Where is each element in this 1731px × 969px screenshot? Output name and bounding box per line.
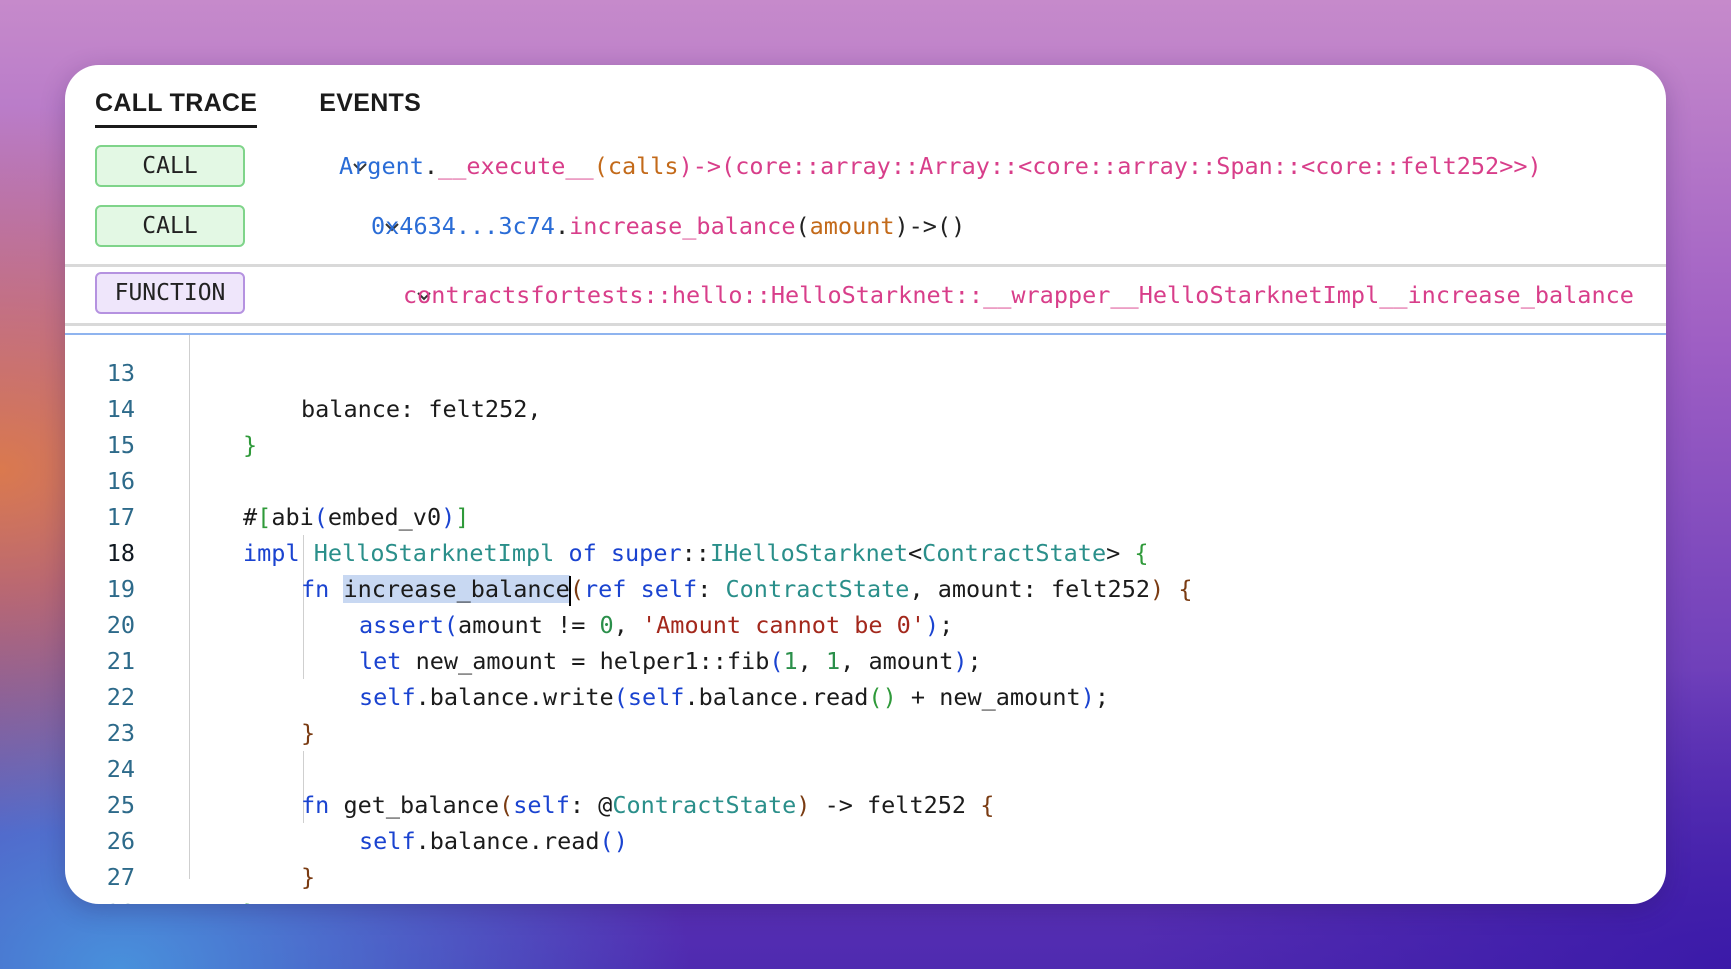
function-badge: FUNCTION [95, 272, 245, 314]
chevron-down-icon[interactable] [371, 264, 431, 327]
code-line: 13 balance: felt252, [65, 335, 542, 423]
function-path: contractsfortests::hello::HelloStarknet:… [403, 281, 1634, 309]
trace-signature: Argent. __execute__(calls)-> (core::array:… [307, 137, 1542, 195]
code-text: fn increase_balance(ref self: ContractSt… [301, 571, 1192, 607]
code-text: } [243, 431, 258, 459]
trace-paren-close: )-> [678, 152, 722, 180]
line-number[interactable]: 28 [65, 895, 135, 904]
trace-row-increase-balance[interactable]: CALL 0x4634...3c74. increase_balance(amou… [65, 197, 1666, 257]
code-line: 17 impl HelloStarknetImpl of super::IHel… [65, 463, 1149, 567]
code-line: 22 } [65, 643, 315, 747]
code-text: #[abi(embed_v0)] [243, 503, 470, 531]
code-text: self.balance.read() [359, 827, 628, 855]
trace-paren-open: ( [795, 212, 810, 240]
chevron-down-icon[interactable] [307, 135, 367, 198]
source-code-viewer[interactable]: 13 balance: felt252, 14 } 15 16 #[abi(em… [65, 335, 1666, 904]
selected-text[interactable]: increase_balance [343, 575, 570, 603]
code-text: } [301, 719, 316, 747]
code-text: balance: felt252, [301, 395, 542, 423]
trace-return-type: (core::array::Array::<core::array::Span:… [721, 152, 1542, 180]
code-text: } [243, 895, 257, 904]
tab-events[interactable]: EVENTS [319, 83, 421, 125]
code-text: assert(amount != 0, 'Amount cannot be 0'… [359, 611, 954, 639]
trace-dot: . [423, 152, 439, 180]
code-line: 16 #[abi(embed_v0)] [65, 427, 470, 531]
code-text: fn get_balance(self: @ContractState) -> … [301, 791, 995, 819]
chevron-down-icon[interactable] [339, 195, 399, 258]
code-text: let new_amount = helper1::fib(1, 1, amou… [359, 647, 982, 675]
tab-call-trace[interactable]: CALL TRACE [95, 83, 258, 128]
code-line: 25 self.balance.read() [65, 751, 628, 855]
trace-signature: contractsfortests::hello::HelloStarknet:… [371, 267, 1634, 323]
code-line: 23 [65, 679, 178, 747]
code-line: 24 fn get_balance(self: @ContractState) … [65, 715, 995, 819]
trace-target[interactable]: Argent [339, 152, 424, 180]
code-line: 19 assert(amount != 0, 'Amount cannot be… [65, 535, 954, 639]
tab-bar: CALL TRACE EVENTS [95, 83, 421, 133]
trace-signature: 0x4634...3c74. increase_balance(amount)->… [339, 197, 965, 255]
code-line: 20 let new_amount = helper1::fib(1, 1, a… [65, 571, 982, 675]
call-badge: CALL [95, 205, 245, 247]
trace-method: increase_balance [569, 212, 796, 240]
code-line: 27 } [65, 823, 257, 904]
code-text: impl HelloStarknetImpl of super::IHelloS… [243, 539, 1149, 567]
indent-guide [189, 335, 190, 879]
trace-row-function[interactable]: FUNCTION contractsfortests::hello::Hello… [65, 264, 1666, 326]
trace-method: __execute__ [438, 152, 594, 180]
trace-args: calls [607, 152, 679, 180]
trace-row-execute[interactable]: CALL Argent. __execute__(calls)-> (core::a… [65, 137, 1666, 197]
call-badge: CALL [95, 145, 245, 187]
trace-dot: . [554, 212, 570, 240]
code-line-current: 18 fn increase_balance(ref self: Contrac… [65, 499, 1192, 606]
code-line: 26 } [65, 787, 315, 891]
trace-return: )->() [894, 212, 966, 240]
code-text: } [301, 863, 316, 891]
trace-args: amount [809, 212, 895, 240]
trace-target-address[interactable]: 0x4634...3c74 [371, 212, 555, 240]
trace-paren-open: ( [593, 152, 608, 180]
code-line: 21 self.balance.write(self.balance.read(… [65, 607, 1109, 711]
call-trace-panel: CALL TRACE EVENTS CALL Argent. __execute_… [65, 65, 1666, 904]
code-text: self.balance.write(self.balance.read() +… [359, 683, 1109, 711]
code-line: 15 [65, 391, 178, 459]
code-line: 14 } [65, 355, 257, 459]
code-line: 28 } [65, 859, 178, 904]
